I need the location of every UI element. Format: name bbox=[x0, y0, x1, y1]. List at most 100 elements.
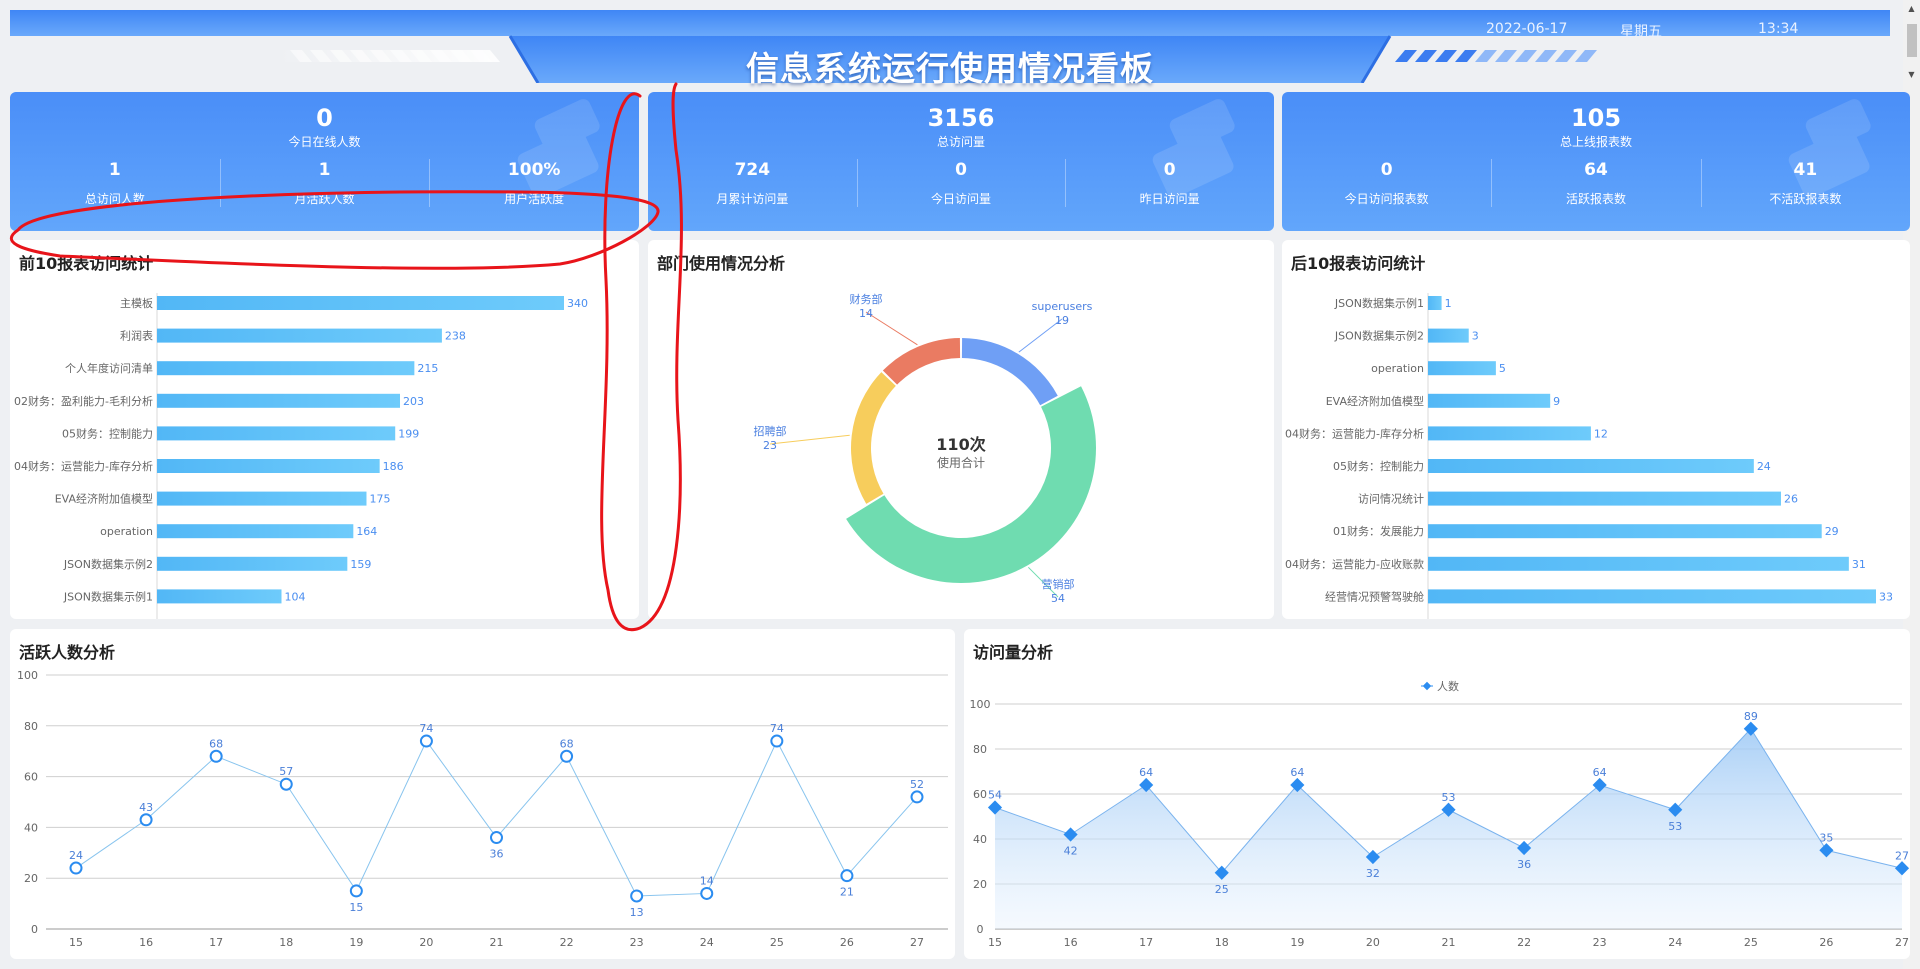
x-tick-label: 26 bbox=[1819, 936, 1833, 949]
data-label: 68 bbox=[209, 737, 223, 750]
data-point bbox=[490, 831, 503, 845]
legend-label: 人数 bbox=[1437, 680, 1459, 693]
category-tick-label: 05财务：控制能力 bbox=[1333, 459, 1424, 473]
x-tick-label: 24 bbox=[1668, 936, 1682, 949]
bar bbox=[1428, 556, 1849, 571]
slice-label: 营销部 bbox=[1042, 577, 1075, 591]
kpi-sub-label: 总访问人数 bbox=[84, 192, 145, 206]
category-tick-label: 经营情况预警驾驶舱 bbox=[1325, 589, 1424, 603]
y-tick-label: 0 bbox=[977, 923, 984, 936]
bar-value-label: 104 bbox=[284, 590, 305, 603]
header-time: 13:34 bbox=[1758, 21, 1799, 37]
bar bbox=[157, 491, 367, 506]
bar-value-label: 199 bbox=[398, 427, 419, 440]
scroll-thumb[interactable] bbox=[1907, 24, 1917, 57]
slice-label-line bbox=[865, 311, 918, 346]
bar-value-label: 238 bbox=[445, 330, 466, 343]
bar-value-label: 31 bbox=[1852, 558, 1866, 571]
bar bbox=[1428, 393, 1551, 408]
x-tick-label: 21 bbox=[490, 936, 504, 949]
kpi-sub-item: 724 月累计访问量 bbox=[648, 159, 857, 207]
bar bbox=[157, 459, 380, 473]
bar-value-label: 12 bbox=[1594, 427, 1608, 440]
data-label: 74 bbox=[770, 722, 784, 735]
data-label: 68 bbox=[560, 737, 574, 750]
data-point bbox=[840, 869, 854, 883]
kpi-sub-value: 0 bbox=[955, 160, 967, 180]
donut-slice bbox=[961, 338, 1058, 406]
category-tick-label: 04财务：运营能力-库存分析 bbox=[1285, 426, 1424, 440]
kpi-main-value: 105 bbox=[1570, 104, 1622, 132]
top10-bar-chart: 主模板 340 利润表 238 个人年度访问清单 215 02财务：盈利能力-毛利分析 203… bbox=[14, 293, 588, 619]
data-point bbox=[630, 889, 644, 903]
donut-slice bbox=[846, 386, 1096, 583]
data-label: 32 bbox=[1366, 867, 1380, 880]
data-label: 74 bbox=[419, 722, 433, 735]
dept-panel: 部门使用情况分析 superusers 19 营销部 54 招聘部 23 财务部 14 110次… bbox=[648, 240, 1274, 619]
x-tick-label: 18 bbox=[1215, 936, 1229, 949]
bottom10-panel: 后10报表访问统计 JSON数据集示例1 1 JSON数据集示例2 3 operatio… bbox=[1282, 240, 1910, 619]
kpi-sub-value: 100% bbox=[507, 160, 561, 180]
dashboard-header: 信息系统运行使用情况看板 2022-06-17 星期五 13:34 bbox=[10, 10, 1890, 88]
slice-label: superusers bbox=[1032, 300, 1093, 313]
category-tick-label: operation bbox=[100, 525, 153, 538]
x-tick-label: 15 bbox=[988, 936, 1002, 949]
bar bbox=[1428, 589, 1876, 604]
data-label: 21 bbox=[840, 886, 854, 899]
area-fill bbox=[995, 728, 1902, 929]
category-tick-label: 05财务：控制能力 bbox=[62, 426, 153, 440]
kpi-sub-value: 0 bbox=[1163, 160, 1176, 180]
kpi-main-value: 3156 bbox=[927, 104, 995, 132]
data-label: 53 bbox=[1668, 820, 1682, 833]
data-label: 52 bbox=[910, 778, 924, 791]
data-point bbox=[69, 861, 83, 875]
x-tick-label: 21 bbox=[1442, 936, 1456, 949]
kpi-sub-value: 1 bbox=[318, 160, 331, 180]
bar bbox=[1428, 524, 1822, 539]
kpi-sub-label: 月活跃人数 bbox=[294, 192, 355, 206]
x-tick-label: 17 bbox=[1139, 936, 1153, 949]
header-date: 2022-06-17 bbox=[1486, 21, 1568, 37]
slice-value-label: 14 bbox=[859, 307, 873, 320]
bar bbox=[157, 361, 415, 376]
slice-label: 财务部 bbox=[850, 292, 883, 306]
y-tick-label: 100 bbox=[17, 669, 38, 682]
data-label: 36 bbox=[1517, 858, 1531, 871]
kpi-card-visits: 3156 总访问量 724 月累计访问量 0 今日访问量 0 昨日访问量 bbox=[648, 92, 1274, 231]
x-tick-label: 24 bbox=[700, 936, 714, 949]
donut-center-value: 110次 bbox=[936, 435, 985, 454]
x-tick-label: 18 bbox=[279, 936, 293, 949]
data-point bbox=[770, 734, 784, 748]
scroll-up-arrow-icon[interactable]: ▲ bbox=[1903, 0, 1920, 17]
bar-value-label: 175 bbox=[369, 493, 390, 506]
kpi-sub-label: 用户活跃度 bbox=[504, 192, 565, 206]
slice-value-label: 19 bbox=[1055, 314, 1069, 327]
data-point bbox=[419, 734, 433, 748]
bar bbox=[157, 589, 282, 604]
kpi-main-value: 0 bbox=[316, 104, 333, 132]
bar bbox=[157, 426, 396, 441]
scroll-down-arrow-icon[interactable]: ▼ bbox=[1903, 66, 1920, 83]
kpi-sub-item: 0 今日访问报表数 bbox=[1282, 159, 1491, 207]
x-tick-label: 27 bbox=[1895, 936, 1909, 949]
bar-value-label: 164 bbox=[356, 525, 377, 538]
y-tick-label: 60 bbox=[973, 788, 987, 801]
bar bbox=[1428, 361, 1496, 376]
header-weekday: 星期五 bbox=[1620, 24, 1662, 40]
bar bbox=[157, 393, 401, 408]
x-tick-label: 16 bbox=[139, 936, 153, 949]
data-label: 25 bbox=[1215, 883, 1229, 896]
category-tick-label: EVA经济附加值模型 bbox=[55, 492, 153, 506]
bar-value-label: 186 bbox=[383, 460, 404, 473]
bar-value-label: 26 bbox=[1784, 493, 1798, 506]
kpi-sub-value: 0 bbox=[1380, 160, 1393, 180]
x-tick-label: 16 bbox=[1064, 936, 1078, 949]
kpi-sub-item: 0 昨日访问量 bbox=[1065, 159, 1274, 207]
data-point bbox=[209, 749, 223, 763]
data-point bbox=[560, 749, 574, 763]
data-point bbox=[139, 813, 153, 827]
data-label: 35 bbox=[1819, 831, 1833, 844]
dept-donut-chart: superusers19 营销部54 招聘部23 财务部14 110次使用合计 bbox=[754, 292, 1096, 605]
active-users-panel: 活跃人数分析 0 20 40 60 80 100 15 16 17 18 19 20 21 22 23 24 2… bbox=[10, 629, 955, 959]
category-tick-label: 04财务：运营能力-应收账款 bbox=[1285, 557, 1424, 571]
